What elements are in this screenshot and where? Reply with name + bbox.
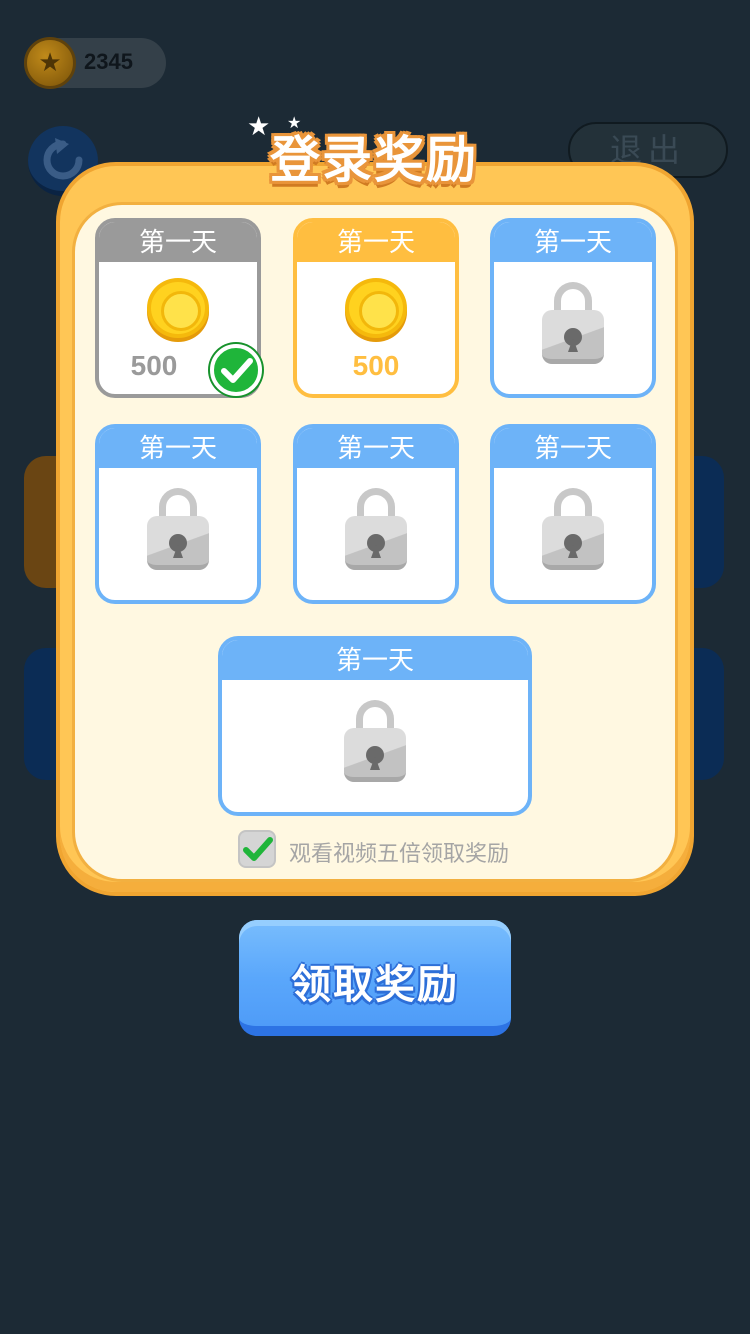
coin-counter: ★ 2345 bbox=[24, 37, 166, 89]
day-card-2[interactable]: 第一天 500 bbox=[293, 218, 459, 398]
day-label: 第一天 bbox=[494, 222, 652, 262]
video-bonus-checkbox[interactable] bbox=[238, 830, 276, 868]
day-label: 第一天 bbox=[222, 640, 528, 680]
day-card-6: 第一天 bbox=[490, 424, 656, 604]
day-card-4: 第一天 bbox=[95, 424, 261, 604]
day-label: 第一天 bbox=[99, 428, 257, 468]
claimed-check-icon bbox=[210, 344, 262, 396]
day-label: 第一天 bbox=[297, 222, 455, 262]
star-coin-icon: ★ bbox=[24, 37, 76, 89]
lock-icon bbox=[542, 282, 604, 364]
lock-icon bbox=[345, 488, 407, 570]
day-card-5: 第一天 bbox=[293, 424, 459, 604]
coin-count: 2345 bbox=[84, 49, 133, 74]
day-card-7: 第一天 bbox=[218, 636, 532, 816]
dialog-title: 登录奖励 bbox=[270, 131, 478, 189]
day-label: 第一天 bbox=[99, 222, 257, 262]
day-label: 第一天 bbox=[297, 428, 455, 468]
claim-reward-button[interactable]: 领取奖励 bbox=[239, 920, 511, 1036]
video-bonus-label[interactable]: 观看视频五倍领取奖励 bbox=[289, 836, 509, 868]
gold-coin-icon bbox=[345, 278, 407, 342]
day-label: 第一天 bbox=[494, 428, 652, 468]
lock-icon bbox=[542, 488, 604, 570]
lock-icon bbox=[147, 488, 209, 570]
checkmark-icon bbox=[243, 837, 273, 861]
lock-icon bbox=[344, 700, 406, 782]
claim-reward-label: 领取奖励 bbox=[291, 962, 459, 1008]
day-card-3: 第一天 bbox=[490, 218, 656, 398]
gold-coin-icon bbox=[147, 278, 209, 342]
reward-amount: 500 bbox=[352, 350, 400, 381]
dialog-title-wrap: 登录奖励 bbox=[258, 120, 490, 190]
